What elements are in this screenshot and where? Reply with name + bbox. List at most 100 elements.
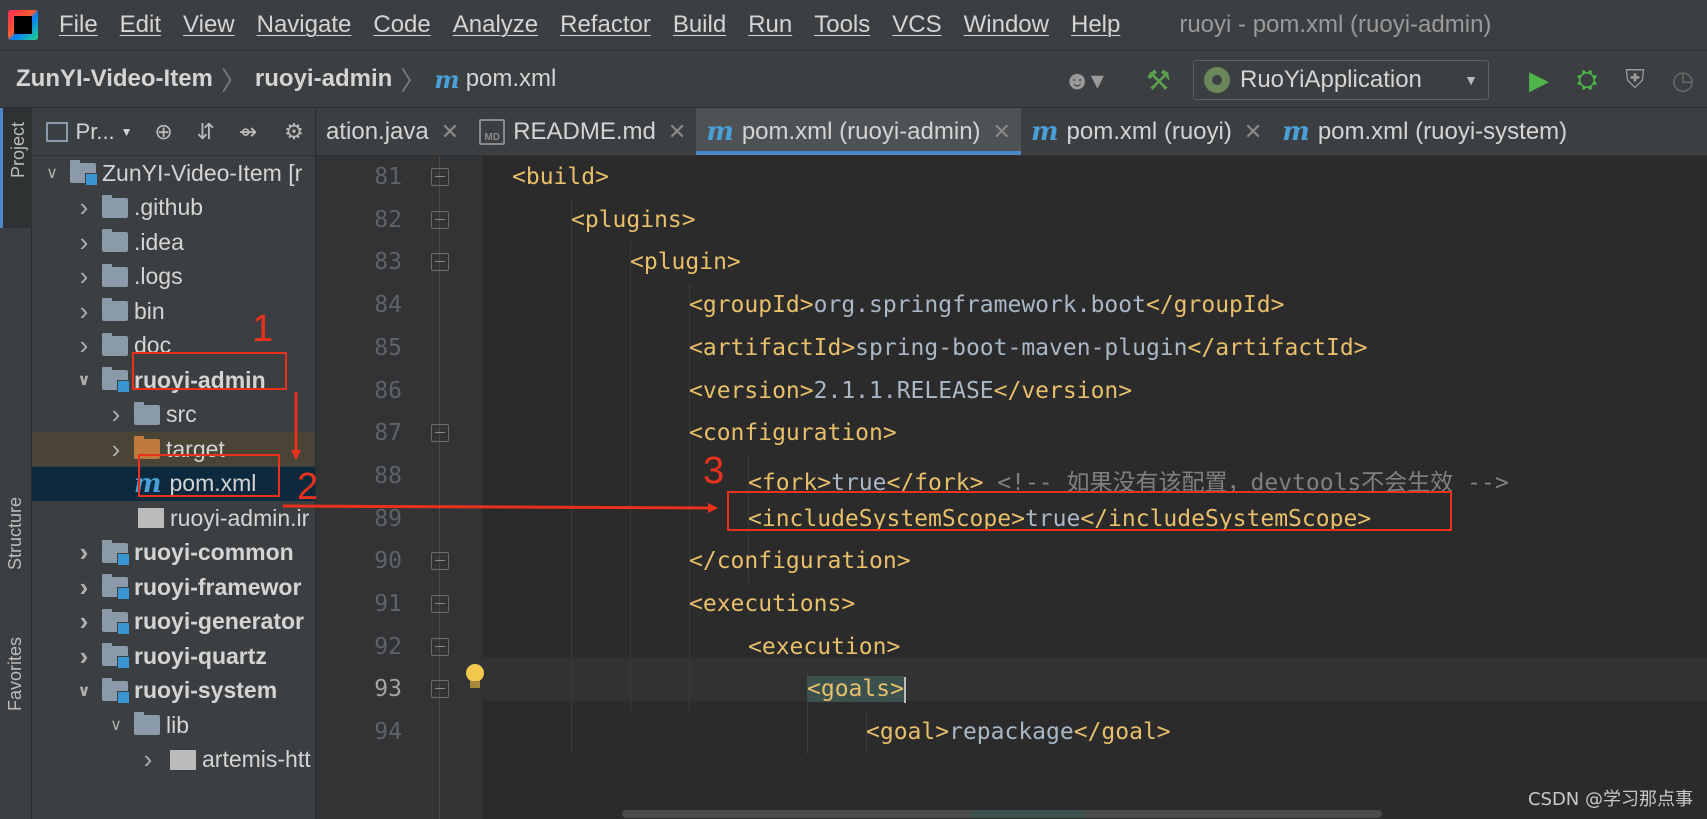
menu-analyze[interactable]: Analyze xyxy=(442,11,549,39)
code-line[interactable]: <version>2.1.1.RELEASE</version> xyxy=(689,378,1132,404)
run-configuration-selector[interactable]: RuoYiApplication ▼ xyxy=(1193,60,1489,100)
favorites-tool-button[interactable]: Favorites xyxy=(0,623,32,743)
tree-item-src[interactable]: › src xyxy=(32,398,315,432)
menu-window[interactable]: Window xyxy=(953,11,1060,39)
fold-marker-icon[interactable] xyxy=(431,210,449,229)
menu-help[interactable]: Help xyxy=(1060,11,1131,39)
menu-build[interactable]: Build xyxy=(662,11,737,39)
chevron-right-icon[interactable]: › xyxy=(74,330,94,361)
coverage-icon[interactable]: ⛨ xyxy=(1611,64,1659,96)
indent-guide xyxy=(571,198,572,754)
structure-tool-button[interactable]: Structure xyxy=(0,478,32,608)
menu-refactor[interactable]: Refactor xyxy=(549,11,662,39)
tree-item-ruoyi-quartz[interactable]: › ruoyi-quartz xyxy=(32,639,315,673)
menu-vcs[interactable]: VCS xyxy=(881,11,952,39)
tab-pom-ruoyi[interactable]: m pom.xml (ruoyi) ✕ xyxy=(1021,108,1272,155)
code-line[interactable]: <artifactId>spring-boot-maven-plugin</ar… xyxy=(689,335,1368,361)
tree-item-ruoyi-common[interactable]: › ruoyi-common xyxy=(32,536,315,570)
menu-edit[interactable]: Edit xyxy=(109,11,172,39)
text-caret xyxy=(903,676,906,703)
tab-pom-ruoyi-admin[interactable]: m pom.xml (ruoyi-admin) ✕ xyxy=(696,108,1021,155)
tab-readme-md[interactable]: MD README.md ✕ xyxy=(469,108,696,155)
fold-marker-icon[interactable] xyxy=(431,595,449,613)
tree-item-ruoyi-generator[interactable]: › ruoyi-generator xyxy=(32,605,315,639)
chevron-right-icon[interactable]: › xyxy=(106,399,126,430)
menu-file[interactable]: File xyxy=(48,11,109,39)
tree-item-bin[interactable]: › bin xyxy=(32,294,315,328)
tree-item-github[interactable]: › .github xyxy=(32,191,315,225)
chevron-down-icon[interactable]: ∨ xyxy=(74,681,94,701)
code-line[interactable]: <goals> xyxy=(807,676,906,703)
chevron-down-icon[interactable]: ∨ xyxy=(106,715,126,735)
tree-item-zunyi-video-item-r[interactable]: ∨ ZunYI-Video-Item [r xyxy=(32,156,315,190)
breadcrumb-project[interactable]: ZunYI-Video-Item xyxy=(16,65,213,93)
lightbulb-intention-icon[interactable] xyxy=(464,664,486,692)
code-line[interactable]: <groupId>org.springframework.boot</group… xyxy=(689,292,1284,318)
lightbulb-glass xyxy=(466,664,484,682)
fold-marker-icon[interactable] xyxy=(431,637,449,656)
chevron-down-icon[interactable]: ∨ xyxy=(74,370,94,390)
tree-item-logs[interactable]: › .logs xyxy=(32,260,315,294)
breadcrumb-module[interactable]: ruoyi-admin xyxy=(255,65,392,93)
menu-code[interactable]: Code xyxy=(362,11,441,39)
locate-file-icon[interactable]: ⊕ xyxy=(143,119,185,145)
chevron-right-icon[interactable]: › xyxy=(74,227,94,258)
tree-item-idea[interactable]: › .idea xyxy=(32,225,315,259)
expand-all-icon[interactable]: ⇵ xyxy=(185,119,227,145)
run-icon[interactable]: ▶ xyxy=(1515,65,1563,96)
chevron-right-icon[interactable]: › xyxy=(74,537,94,568)
project-view-selector[interactable]: Pr... xyxy=(76,119,115,145)
fold-marker-icon[interactable] xyxy=(431,552,449,571)
code-editor[interactable]: 81 82 83 84 85 86 87 88 89 90 91 92 93 94 <build> <plu… xyxy=(316,156,1707,819)
profiler-icon[interactable]: ◷ xyxy=(1659,65,1707,96)
code-line[interactable]: <execution> xyxy=(748,634,900,660)
fold-marker-icon[interactable] xyxy=(431,253,449,272)
tree-item-ruoyi-framewor[interactable]: › ruoyi-framewor xyxy=(32,570,315,604)
line-number: 92 xyxy=(374,633,402,660)
code-line[interactable]: <plugins> xyxy=(571,207,696,233)
code-line[interactable]: <build> xyxy=(512,164,609,190)
fold-marker-icon[interactable] xyxy=(431,168,449,186)
settings-gear-icon[interactable]: ⚙ xyxy=(273,119,315,145)
tree-item-lib[interactable]: ∨ lib xyxy=(32,708,315,742)
fold-marker-icon[interactable] xyxy=(431,424,449,443)
close-icon[interactable]: ✕ xyxy=(441,119,459,145)
chevron-right-icon[interactable]: › xyxy=(74,192,94,223)
user-icon[interactable]: ☻▾ xyxy=(1063,65,1103,96)
menu-view[interactable]: View xyxy=(172,11,246,39)
chevron-right-icon[interactable]: › xyxy=(74,606,94,637)
collapse-all-icon[interactable]: ⇴ xyxy=(227,119,269,145)
chevron-right-icon[interactable]: › xyxy=(74,641,94,672)
chevron-right-icon[interactable]: › xyxy=(74,261,94,292)
tree-item-ruoyi-admin-ir[interactable]: ruoyi-admin.ir xyxy=(32,501,315,535)
close-icon[interactable]: ✕ xyxy=(1244,119,1262,145)
chevron-right-icon[interactable]: › xyxy=(74,572,94,603)
chevron-down-icon[interactable]: ∨ xyxy=(42,163,62,183)
tree-item-ruoyi-system[interactable]: ∨ ruoyi-system xyxy=(32,674,315,708)
tab-label: pom.xml (ruoyi-system) xyxy=(1317,117,1568,145)
fold-marker-icon[interactable] xyxy=(431,680,449,699)
code-line[interactable]: <plugin> xyxy=(630,249,741,275)
breadcrumb-file[interactable]: pom.xml xyxy=(466,65,557,93)
menu-navigate[interactable]: Navigate xyxy=(246,11,363,39)
code-line[interactable]: </configuration> xyxy=(689,548,911,574)
menu-run[interactable]: Run xyxy=(737,11,803,39)
debug-icon[interactable]: ⛭ xyxy=(1563,64,1611,96)
close-icon[interactable]: ✕ xyxy=(993,119,1011,145)
tab-application-java[interactable]: ation.java ✕ xyxy=(316,108,469,155)
build-hammer-icon[interactable]: ⚒ xyxy=(1146,64,1171,97)
code-line[interactable]: <executions> xyxy=(689,591,855,617)
code-line[interactable]: <configuration> xyxy=(689,420,897,446)
chevron-right-icon[interactable]: › xyxy=(138,744,158,775)
horizontal-scrollbar[interactable] xyxy=(482,808,1707,819)
chevron-right-icon[interactable]: › xyxy=(106,434,126,465)
spring-boot-icon xyxy=(1204,67,1230,93)
chevron-right-icon[interactable]: › xyxy=(74,296,94,327)
tree-item-artemis-htt[interactable]: › artemis-htt xyxy=(32,743,315,777)
tab-pom-ruoyi-system[interactable]: m pom.xml (ruoyi-system) xyxy=(1272,108,1577,155)
project-tool-button[interactable]: Project xyxy=(0,108,32,228)
menu-tools[interactable]: Tools xyxy=(803,11,881,39)
code-line[interactable]: <goal>repackage</goal> xyxy=(866,719,1171,745)
tree-item-label: ruoyi-admin.ir xyxy=(170,504,310,531)
close-icon[interactable]: ✕ xyxy=(668,119,686,145)
